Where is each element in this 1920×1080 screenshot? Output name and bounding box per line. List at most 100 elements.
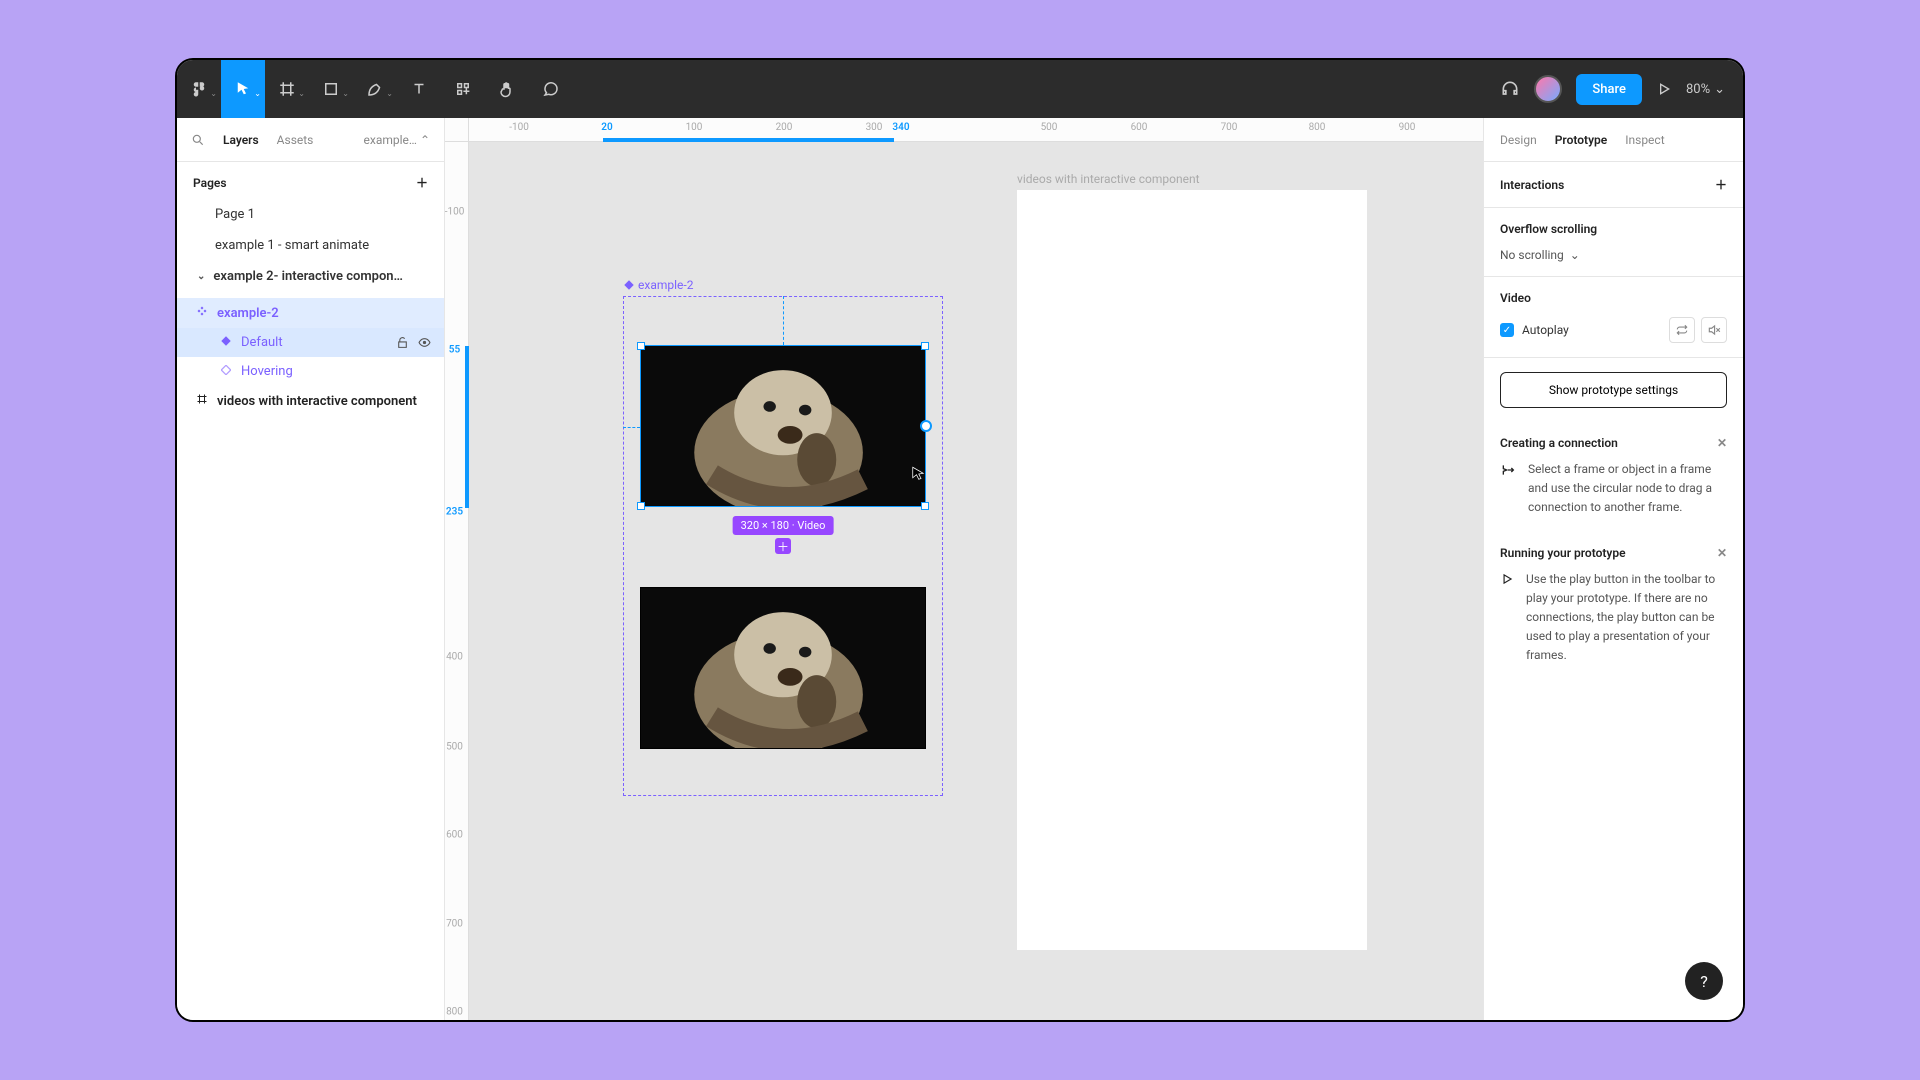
comment-tool-button[interactable] (529, 60, 573, 118)
ruler-tick: 20 (601, 122, 612, 133)
selection-handle[interactable] (921, 342, 929, 350)
shape-tool-button[interactable]: ⌄ (309, 60, 353, 118)
toolbar-left: ⌄ ⌄ ⌄ ⌄ ⌄ (177, 60, 573, 118)
autoplay-checkbox[interactable]: ✓ (1500, 323, 1514, 337)
move-tool-button[interactable]: ⌄ (221, 60, 265, 118)
play-icon (1500, 572, 1514, 666)
mute-icon (1707, 323, 1721, 337)
pen-icon (366, 80, 384, 98)
component-label[interactable]: example-2 (624, 278, 693, 292)
ruler-tick: 600 (446, 830, 463, 841)
close-tip-button[interactable]: ✕ (1717, 546, 1727, 560)
tab-design[interactable]: Design (1500, 133, 1537, 147)
chevron-down-icon: ⌄ (210, 89, 217, 98)
canvas-area[interactable]: -10020100200300340500600700800900 -10055… (445, 118, 1483, 1020)
frame-tool-button[interactable]: ⌄ (265, 60, 309, 118)
chevron-down-icon: ⌄ (386, 89, 393, 98)
autoplay-label: Autoplay (1522, 323, 1569, 337)
pen-tool-button[interactable]: ⌄ (353, 60, 397, 118)
text-tool-button[interactable] (397, 60, 441, 118)
resources-button[interactable] (441, 60, 485, 118)
video-label: Video (1500, 291, 1531, 305)
ruler-vertical: -10055235400500600700800 (445, 142, 469, 1020)
connection-icon (1500, 462, 1516, 518)
canvas[interactable]: videos with interactive component exampl… (469, 142, 1483, 1020)
ruler-tick: 800 (1309, 122, 1326, 133)
main-menu-button[interactable]: ⌄ (177, 60, 221, 118)
mute-button[interactable] (1701, 317, 1727, 343)
app-window: ⌄ ⌄ ⌄ ⌄ ⌄ (175, 58, 1745, 1022)
main: Layers Assets example… ⌃ Pages ＋ Page 1 … (177, 118, 1743, 1020)
layer-frame[interactable]: videos with interactive component (177, 386, 444, 416)
hand-tool-button[interactable] (485, 60, 529, 118)
eye-icon[interactable] (417, 336, 432, 349)
present-button[interactable] (1656, 81, 1672, 97)
tab-prototype[interactable]: Prototype (1555, 133, 1608, 147)
zoom-control[interactable]: 80% ⌄ (1686, 82, 1725, 97)
share-button[interactable]: Share (1576, 74, 1642, 105)
chevron-down-icon: ⌄ (1714, 82, 1725, 97)
video-layer-selected[interactable] (640, 345, 926, 507)
page-item-current[interactable]: ⌄ example 2- interactive compon… (177, 261, 444, 292)
add-interaction-button[interactable]: ＋ (775, 538, 791, 554)
ruler-selection-h (603, 138, 894, 142)
ruler-tick: 200 (776, 122, 793, 133)
close-tip-button[interactable]: ✕ (1717, 436, 1727, 450)
ruler-tick: 700 (1221, 122, 1238, 133)
guide-v (783, 296, 784, 345)
ruler-tick: 500 (446, 742, 463, 753)
add-interaction-button[interactable]: ＋ (1715, 176, 1727, 193)
chevron-down-icon: ⌄ (254, 89, 261, 98)
chevron-down-icon: ⌄ (298, 89, 305, 98)
frame-rect[interactable] (1017, 190, 1367, 950)
video-layer[interactable] (640, 587, 926, 749)
chevron-down-icon: ⌄ (197, 271, 205, 282)
connection-handle[interactable] (920, 420, 932, 432)
loop-icon (1675, 323, 1689, 337)
page-item[interactable]: example 1 - smart animate (177, 230, 444, 261)
zoom-value: 80% (1686, 82, 1710, 97)
right-tabs: Design Prototype Inspect (1484, 118, 1743, 162)
add-page-button[interactable]: ＋ (416, 174, 428, 191)
ruler-tick: 340 (892, 122, 909, 133)
selection-handle[interactable] (921, 502, 929, 510)
selection-handle[interactable] (637, 342, 645, 350)
loop-button[interactable] (1669, 317, 1695, 343)
frame-icon (195, 393, 209, 409)
avatar[interactable] (1534, 75, 1562, 103)
chevron-up-icon: ⌃ (420, 133, 430, 147)
layer-variant-hovering[interactable]: Hovering (177, 357, 444, 386)
tab-inspect[interactable]: Inspect (1625, 133, 1664, 147)
page-breadcrumb[interactable]: example… ⌃ (364, 133, 430, 147)
page-item[interactable]: Page 1 (177, 199, 444, 230)
toolbar: ⌄ ⌄ ⌄ ⌄ ⌄ (177, 60, 1743, 118)
ruler-tick: 500 (1041, 122, 1058, 133)
frame-label[interactable]: videos with interactive component (1017, 172, 1200, 186)
section-interactions: Interactions ＋ (1484, 162, 1743, 208)
selection-handle[interactable] (637, 502, 645, 510)
cursor-icon (234, 80, 252, 98)
layer-variant-default[interactable]: Default (177, 328, 444, 357)
overflow-label: Overflow scrolling (1500, 222, 1597, 236)
help-button[interactable]: ? (1685, 962, 1723, 1000)
show-prototype-settings-button[interactable]: Show prototype settings (1500, 372, 1727, 408)
pages-header: Pages ＋ (177, 162, 444, 199)
comment-icon (542, 80, 560, 98)
tip-running-prototype: Running your prototype ✕ Use the play bu… (1484, 532, 1743, 680)
overflow-select[interactable]: No scrolling ⌄ (1500, 248, 1727, 262)
ruler-tick: 235 (446, 507, 463, 518)
unlock-icon[interactable] (396, 336, 409, 349)
headphones-icon[interactable] (1500, 79, 1520, 99)
tab-assets[interactable]: Assets (277, 133, 314, 147)
ruler-tick: 700 (446, 919, 463, 930)
tab-layers[interactable]: Layers (223, 133, 259, 147)
frame-icon (278, 80, 296, 98)
layers-list: example-2 Default Hovering (177, 298, 444, 416)
section-video: Video ✓ Autoplay (1484, 277, 1743, 358)
layer-component[interactable]: example-2 (177, 298, 444, 328)
variant-icon (219, 364, 233, 379)
search-icon[interactable] (191, 133, 205, 147)
ruler-tick: 900 (1399, 122, 1416, 133)
left-panel: Layers Assets example… ⌃ Pages ＋ Page 1 … (177, 118, 445, 1020)
component-icon (624, 280, 634, 290)
